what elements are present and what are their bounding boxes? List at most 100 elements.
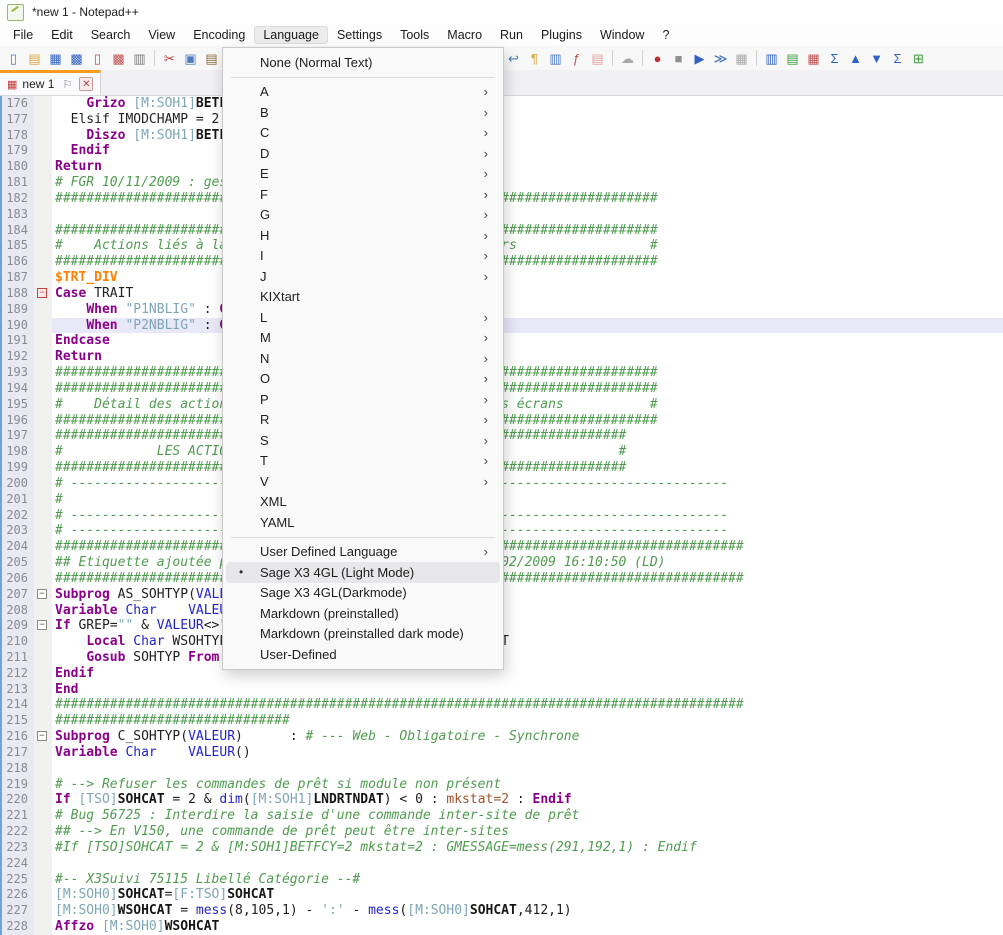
- code-line[interactable]: #: [52, 492, 1003, 508]
- close-icon[interactable]: ▯: [88, 49, 107, 68]
- fold-marker-icon[interactable]: −: [37, 620, 47, 630]
- new-file-icon[interactable]: ▯: [4, 49, 23, 68]
- playback-macro-icon[interactable]: ▶: [690, 49, 709, 68]
- menu-item-o[interactable]: O›: [226, 369, 500, 390]
- code-line[interactable]: Case TRAIT: [52, 286, 1003, 302]
- menu-item-r[interactable]: R›: [226, 410, 500, 431]
- code-line[interactable]: # Actions liés à la gestion des boutons …: [52, 238, 1003, 254]
- word-wrap-icon[interactable]: ↩: [504, 49, 523, 68]
- function-list-icon[interactable]: ▦: [804, 49, 823, 68]
- code-line[interactable]: Variable Char VALEUR(): [52, 603, 1003, 619]
- menubar-item-window[interactable]: Window: [591, 26, 653, 44]
- code-line[interactable]: When "P1NBLIG" : Gosub P1NBLIG: [52, 302, 1003, 318]
- code-line[interactable]: ########################################…: [52, 381, 1003, 397]
- menu-item-f[interactable]: F›: [226, 184, 500, 205]
- code-line[interactable]: ########################################…: [52, 365, 1003, 381]
- code-line[interactable]: Grizo [M:SOH1]BETFCY: [52, 96, 1003, 112]
- menu-item-e[interactable]: E›: [226, 164, 500, 185]
- menubar-item-file[interactable]: File: [4, 26, 42, 44]
- save-recorded-macro-icon[interactable]: ▦: [732, 49, 751, 68]
- show-all-characters-icon[interactable]: ¶: [525, 49, 544, 68]
- save-icon[interactable]: ▦: [46, 49, 65, 68]
- menu-item-g[interactable]: G›: [226, 205, 500, 226]
- code-line[interactable]: Subprog AS_SOHTYP(VALEUR): [52, 587, 1003, 603]
- code-line[interactable]: [M:SOH0]SOHCAT=[F:TSO]SOHCAT: [52, 887, 1003, 903]
- code-line[interactable]: #If [TSO]SOHCAT = 2 & [M:SOH1]BETFCY=2 m…: [52, 840, 1003, 856]
- menu-item-sage-x3-4gl-light-mode[interactable]: •Sage X3 4GL (Light Mode): [226, 562, 500, 583]
- code-line[interactable]: ########################################…: [52, 697, 1003, 713]
- code-line[interactable]: # --------------------------------------…: [52, 476, 1003, 492]
- record-macro-icon[interactable]: ●: [648, 49, 667, 68]
- menu-item-user-defined[interactable]: User-Defined: [226, 644, 500, 665]
- document-list-icon[interactable]: ▤: [783, 49, 802, 68]
- code-line[interactable]: ########################################…: [52, 254, 1003, 270]
- code-line[interactable]: ########################################…: [52, 223, 1003, 239]
- menu-item-yaml[interactable]: YAML: [226, 512, 500, 533]
- copy-icon[interactable]: ▣: [181, 49, 200, 68]
- menu-item-user-defined-language[interactable]: User Defined Language›: [226, 542, 500, 563]
- code-line[interactable]: Gosub SOHTYP From TRTVENCOM: [52, 650, 1003, 666]
- fold-marker-icon[interactable]: −: [37, 589, 47, 599]
- code-line[interactable]: Local Char WSOHTYP(20) : Gosub SOHTYP : …: [52, 634, 1003, 650]
- code-line[interactable]: Endcase: [52, 333, 1003, 349]
- menu-item-sage-x3-4gl-darkmode[interactable]: Sage X3 4GL(Darkmode): [226, 583, 500, 604]
- menubar-item-macro[interactable]: Macro: [438, 26, 491, 44]
- cut-icon[interactable]: ✂: [160, 49, 179, 68]
- document-map-icon[interactable]: ▥: [762, 49, 781, 68]
- menu-item-d[interactable]: D›: [226, 143, 500, 164]
- close-all-icon[interactable]: ▩: [109, 49, 128, 68]
- menu-item-n[interactable]: N›: [226, 348, 500, 369]
- column-editor-icon[interactable]: ⊞: [909, 49, 928, 68]
- code-line-current[interactable]: When "P2NBLIG" : Gosub P2NBLIG: [52, 318, 1003, 334]
- code-line[interactable]: Endif: [52, 666, 1003, 682]
- file-monitoring-icon[interactable]: ▤: [588, 49, 607, 68]
- stop-recording-icon[interactable]: ■: [669, 49, 688, 68]
- unfold-all-icon[interactable]: Σ: [888, 49, 907, 68]
- code-line[interactable]: ## Etiquette ajoutée par la fonctionnali…: [52, 555, 1003, 571]
- menu-item-v[interactable]: V›: [226, 471, 500, 492]
- menubar-item-language[interactable]: Language: [254, 26, 328, 44]
- menu-item-m[interactable]: M›: [226, 328, 500, 349]
- code-line[interactable]: # FGR 10/11/2009 : gestion boutons diver…: [52, 175, 1003, 191]
- code-line[interactable]: Subprog C_SOHTYP(VALEUR) : # --- Web - O…: [52, 729, 1003, 745]
- code-line[interactable]: ########################################…: [52, 413, 1003, 429]
- code-line[interactable]: [52, 207, 1003, 223]
- close-tab-icon[interactable]: ✕: [79, 77, 93, 91]
- menubar-item-plugins[interactable]: Plugins: [532, 26, 591, 44]
- menu-item-b[interactable]: B›: [226, 102, 500, 123]
- fold-all-icon[interactable]: Σ: [825, 49, 844, 68]
- code-line[interactable]: Elsif IMODCHAMP = 2: [52, 112, 1003, 128]
- menu-item-t[interactable]: T›: [226, 451, 500, 472]
- code-line[interactable]: Return: [52, 159, 1003, 175]
- code-line[interactable]: Return: [52, 349, 1003, 365]
- menu-item-a[interactable]: A›: [226, 82, 500, 103]
- code-line[interactable]: If [TSO]SOHCAT = 2 & dim([M:SOH1]LNDRTND…: [52, 792, 1003, 808]
- save-all-icon[interactable]: ▩: [67, 49, 86, 68]
- code-line[interactable]: [M:SOH0]WSOHCAT = mess(8,105,1) - ':' - …: [52, 903, 1003, 919]
- menu-item-markdown-preinstalled-dark-mode[interactable]: Markdown (preinstalled dark mode): [226, 624, 500, 645]
- menu-item-p[interactable]: P›: [226, 389, 500, 410]
- pin-tab-icon[interactable]: ⚐: [62, 78, 72, 91]
- code-line[interactable]: # --------------------------------------…: [52, 508, 1003, 524]
- menubar-item-encoding[interactable]: Encoding: [184, 26, 254, 44]
- code-line[interactable]: Affzo [M:SOH0]WSOHCAT: [52, 919, 1003, 935]
- code-line[interactable]: #-- X3Suivi 75115 Libellé Catégorie --#: [52, 872, 1003, 888]
- menu-item-c[interactable]: C›: [226, 123, 500, 144]
- menubar-item-tools[interactable]: Tools: [391, 26, 438, 44]
- define-your-language-icon[interactable]: ƒ: [567, 49, 586, 68]
- menu-item-i[interactable]: I›: [226, 246, 500, 267]
- menu-item-kixtart[interactable]: KIXtart: [226, 287, 500, 308]
- menubar-item-search[interactable]: Search: [82, 26, 140, 44]
- code-line[interactable]: $TRT_DIV: [52, 270, 1003, 286]
- menu-item-h[interactable]: H›: [226, 225, 500, 246]
- menubar-item-run[interactable]: Run: [491, 26, 532, 44]
- code-line[interactable]: ##############################: [52, 713, 1003, 729]
- menu-item-markdown-preinstalled[interactable]: Markdown (preinstalled): [226, 603, 500, 624]
- code-line[interactable]: ########################################…: [52, 460, 1003, 476]
- code-line[interactable]: # --------------------------------------…: [52, 523, 1003, 539]
- menu-item-xml[interactable]: XML: [226, 492, 500, 513]
- paste-icon[interactable]: ▤: [202, 49, 221, 68]
- menu-item-s[interactable]: S›: [226, 430, 500, 451]
- menubar-item-edit[interactable]: Edit: [42, 26, 82, 44]
- menu-item-none-normal-text[interactable]: None (Normal Text): [226, 52, 500, 73]
